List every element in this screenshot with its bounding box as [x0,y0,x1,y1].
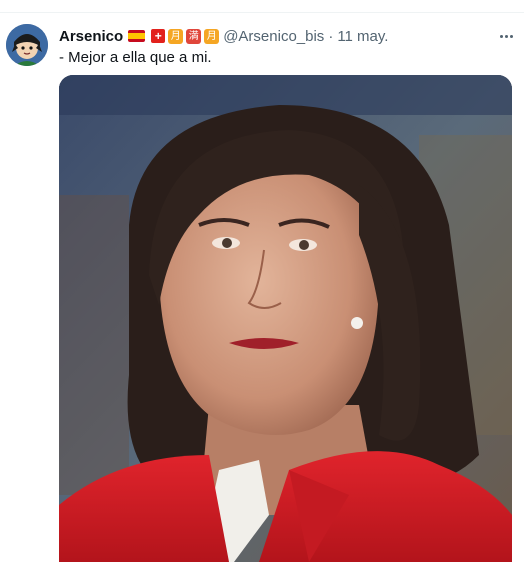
tweet-text: - Mejor a ella que a mi. [59,49,212,66]
separator: · [328,27,334,45]
moon-kanji-icon-2: 月 [204,28,220,44]
author-handle[interactable]: @Arsenico_bis [223,28,324,45]
tweet-article[interactable]: Arsenico + 月 満 月 @Arsenico_bis · 11 may.… [0,13,524,562]
tweet-photo[interactable] [59,75,512,562]
avatar-image [6,24,48,66]
spain-flag-icon [128,30,146,42]
timestamp[interactable]: 11 may. [337,28,388,45]
full-kanji-icon: 満 [186,28,202,44]
moon-kanji-icon: 月 [168,28,184,44]
tweet-header: Arsenico + 月 満 月 @Arsenico_bis · 11 may. [59,26,388,46]
photo-image [59,75,512,562]
avatar[interactable] [6,24,48,66]
author-name[interactable]: Arsenico [59,28,123,45]
more-options-icon[interactable] [496,26,516,46]
swiss-cross-icon: + [151,29,166,43]
